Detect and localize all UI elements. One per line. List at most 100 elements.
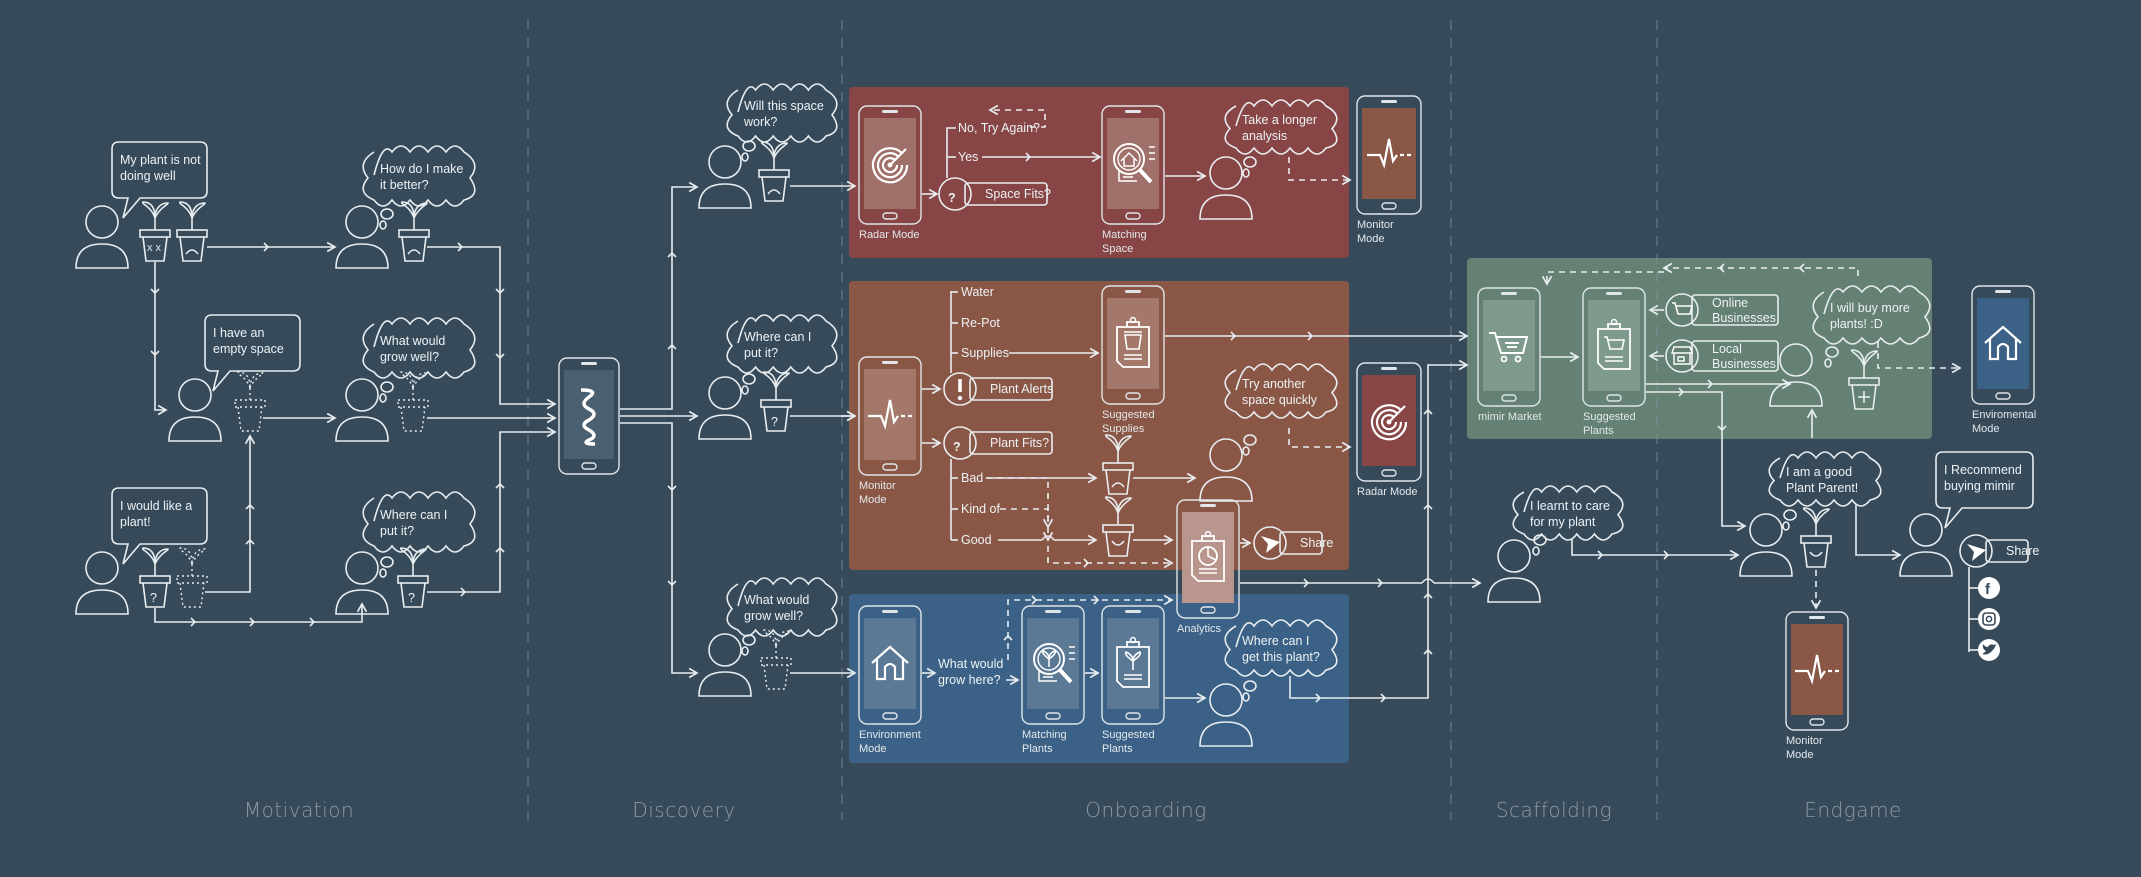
person-head [1909, 513, 1943, 547]
fit-option[interactable]: Bad [961, 471, 983, 485]
radar-icon [871, 147, 909, 184]
pot-body [179, 236, 205, 262]
connector-arrow [427, 246, 557, 410]
thought-text-line: I will buy more [1830, 301, 1910, 315]
pot-question-plant: ? [760, 371, 792, 432]
pot-rim [234, 399, 266, 408]
phone-caption-line: Supplies [1102, 423, 1145, 435]
phone-speaker [882, 110, 898, 113]
question-mark-icon: ? [771, 415, 778, 429]
phone-caption-line: Monitor [1357, 219, 1394, 231]
person-head [708, 145, 742, 179]
pot-rim [397, 575, 429, 584]
share-twitter-button[interactable] [1978, 639, 2000, 661]
phone-caption-line: Plants [1022, 743, 1053, 755]
phone-caption-line: Environment [859, 729, 921, 741]
pot-rim [139, 575, 171, 584]
thought-dot [1783, 509, 1797, 521]
leaf-icon [237, 371, 251, 389]
monitor-mode-phone[interactable]: Monitor Mode [1356, 95, 1422, 245]
connector-arrow [154, 602, 368, 623]
person-grow-well [335, 378, 389, 442]
person-head [345, 378, 379, 412]
connector-arrow [1855, 504, 1902, 561]
speech-text-line: My plant is not [120, 153, 201, 167]
person-body [335, 416, 389, 442]
pot-empty-dashed [760, 629, 792, 690]
phone-speaker [1501, 292, 1517, 295]
thought-bubble-outline [1512, 485, 1624, 541]
badge-text-line: Businesses [1712, 311, 1776, 325]
person-head [178, 378, 212, 412]
sad-face [185, 249, 199, 255]
share-instagram-button[interactable] [1978, 608, 2000, 630]
pot-body [1803, 542, 1829, 568]
phone-speaker [1809, 616, 1825, 619]
phone-speaker [1606, 292, 1622, 295]
thought-bubble-outline [362, 317, 476, 379]
phone-caption-line: Space [1102, 243, 1133, 255]
alert-icon [957, 379, 963, 401]
connector-arrow [620, 422, 699, 679]
badge-text: Plant Fits? [990, 436, 1049, 450]
environmental-mode-phone[interactable]: Enviromental Mode [1971, 285, 2036, 435]
environment-mode-phone[interactable]: Environment Mode [858, 605, 922, 755]
leaf-icon [773, 142, 788, 159]
person-learnt-care [1487, 539, 1541, 603]
sad-face-icon [767, 189, 781, 195]
option-yes[interactable]: Yes [958, 150, 978, 164]
thought-dot [742, 140, 756, 152]
leaf-icon [178, 201, 193, 219]
question-icon: ? [953, 440, 961, 454]
analytics-phone[interactable] [1176, 499, 1240, 619]
question-face-icon: ? [408, 591, 415, 605]
alert-option[interactable]: Supplies [961, 346, 1009, 360]
pot-rim [398, 229, 430, 238]
pot-question-plant: ? [397, 547, 429, 608]
mimir-app-phone[interactable] [558, 357, 620, 475]
thought-text-line: put it? [380, 524, 414, 538]
share-facebook-button[interactable]: f [1978, 577, 2000, 599]
thought-dot [380, 381, 394, 393]
person-space-work [698, 145, 752, 209]
thought-dot [1782, 521, 1790, 531]
thought-text-line: plants! :D [1830, 317, 1883, 331]
monitor-mode-phone[interactable]: Monitor Mode [1785, 611, 1849, 761]
question-glyph: ? [948, 191, 956, 205]
leaf-icon [191, 202, 206, 219]
thought-text-line: analysis [1242, 129, 1287, 143]
person-not-well [75, 205, 129, 269]
fit-option[interactable]: Good [961, 533, 992, 547]
share-button[interactable]: Share [1959, 534, 2039, 568]
thought-text-line: for my plant [1530, 515, 1596, 529]
screen-texture [1483, 300, 1535, 391]
badge-text: Space Fits? [985, 187, 1051, 201]
thought-text-line: Try another [1242, 377, 1305, 391]
leaf-icon [1802, 507, 1817, 525]
share-icon [1967, 544, 1986, 561]
connector-arrow [205, 434, 256, 593]
alert-option[interactable]: Re-Pot [961, 316, 1000, 330]
phone-caption-line: Monitor [1786, 735, 1823, 747]
thought-dot [380, 208, 394, 220]
thought-text-line: grow well? [380, 350, 439, 364]
badge-text: Share [2006, 544, 2039, 558]
person-body [698, 414, 752, 440]
pot-dead-plant: x x [139, 201, 171, 262]
connector-arrow [1571, 538, 1740, 561]
screen-texture [1791, 624, 1843, 715]
thought-bubble-grow-well: What would grow well? [726, 577, 838, 656]
phone-speaker [1381, 367, 1397, 370]
pot-rim [760, 399, 792, 408]
thought-bubble-put-it: Where can I put it? [362, 491, 476, 578]
phone-caption-line: Matching [1102, 229, 1147, 241]
option-no-try-again[interactable]: No, Try Again? [958, 121, 1040, 135]
phone-speaker [1125, 610, 1141, 613]
alert-option[interactable]: Water [961, 285, 994, 299]
thought-text-line: Where can I [744, 330, 811, 344]
pot-sad-plant [758, 141, 790, 202]
fit-option[interactable]: Kind of [961, 502, 1000, 516]
radar-mode-phone[interactable]: Radar Mode [1356, 362, 1422, 498]
screen-texture [1182, 512, 1234, 603]
leaf-icon [400, 201, 415, 219]
